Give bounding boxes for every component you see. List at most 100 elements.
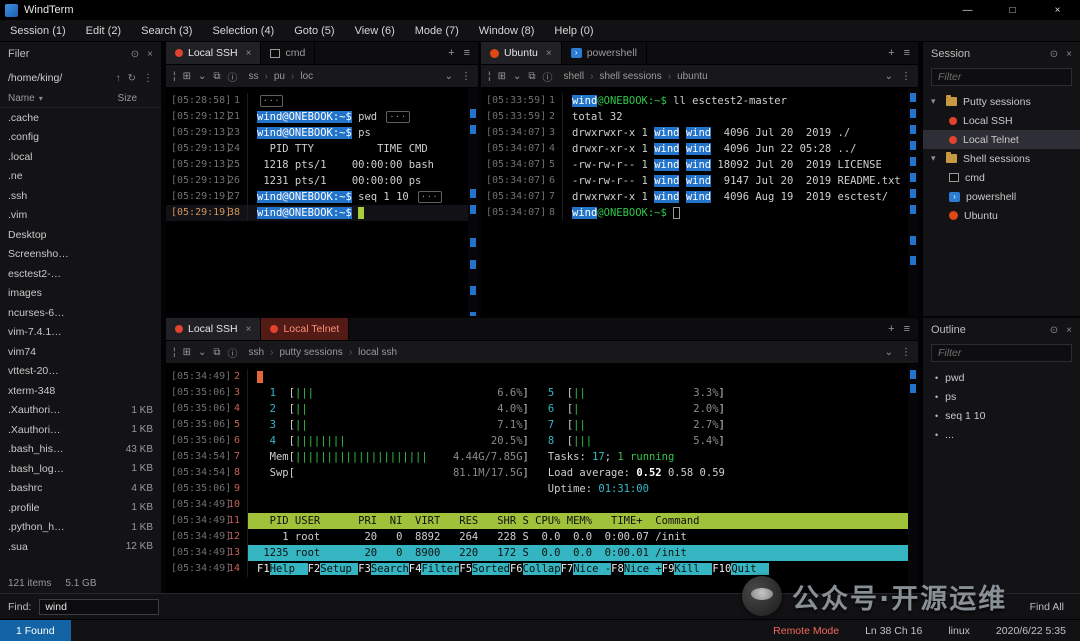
scrollbar[interactable] bbox=[908, 88, 918, 316]
tab-ubuntu[interactable]: Ubuntu × bbox=[481, 42, 562, 64]
menu-item[interactable]: Session (1) bbox=[0, 20, 76, 42]
breadcrumb-item[interactable]: ssh bbox=[249, 347, 265, 358]
minimize-button[interactable]: — bbox=[945, 0, 990, 20]
info-icon[interactable]: ⓘ bbox=[543, 69, 553, 84]
file-row[interactable]: vttest-20… bbox=[0, 362, 161, 382]
outline-item[interactable]: • ps bbox=[923, 387, 1080, 406]
file-row[interactable]: images bbox=[0, 284, 161, 304]
new-tab-icon[interactable]: ⊞ bbox=[183, 71, 191, 82]
file-row[interactable]: .cache bbox=[0, 108, 161, 128]
breadcrumb-item[interactable]: shell bbox=[564, 71, 585, 82]
terminal-local-ssh[interactable]: [05:28:58] 1 ··· [05:29:12] 21 wind@ONEB… bbox=[166, 88, 478, 316]
tab-menu-icon[interactable]: ≡ bbox=[904, 323, 910, 335]
terminal-ubuntu[interactable]: [05:33:59] 1 wind@ONEBOOK:~$ ll esctest2… bbox=[481, 88, 918, 316]
info-icon[interactable]: ⓘ bbox=[228, 69, 238, 84]
close-icon[interactable]: × bbox=[1066, 49, 1072, 60]
session-item[interactable]: Ubuntu bbox=[923, 206, 1080, 225]
breadcrumb-item[interactable]: pu bbox=[259, 71, 285, 82]
scrollbar[interactable] bbox=[468, 88, 478, 316]
cursor-position[interactable]: Ln 38 Ch 16 bbox=[865, 625, 922, 637]
file-row[interactable]: .ssh bbox=[0, 186, 161, 206]
file-row[interactable]: .profile 1 KB bbox=[0, 498, 161, 518]
kebab-menu-icon[interactable]: ⋮ bbox=[901, 347, 911, 358]
menu-item[interactable]: Search (3) bbox=[131, 20, 202, 42]
breadcrumb-item[interactable]: loc bbox=[285, 71, 313, 82]
outline-item[interactable]: • pwd bbox=[923, 368, 1080, 387]
chevron-down-icon[interactable]: ⌄ bbox=[885, 71, 893, 82]
new-tab-icon[interactable]: ⊞ bbox=[498, 71, 506, 82]
tab-cmd[interactable]: cmd bbox=[261, 42, 316, 64]
breadcrumb-item[interactable]: shell sessions bbox=[584, 71, 661, 82]
duplicate-icon[interactable]: ⧉ bbox=[213, 347, 220, 358]
file-row[interactable]: .Xauthori… 1 KB bbox=[0, 420, 161, 440]
menu-item[interactable]: Selection (4) bbox=[202, 20, 284, 42]
menu-item[interactable]: Edit (2) bbox=[76, 20, 131, 42]
file-row[interactable]: vim-7.4.1… bbox=[0, 323, 161, 343]
info-icon[interactable]: ⓘ bbox=[228, 345, 238, 360]
file-row[interactable]: Screensho… bbox=[0, 245, 161, 265]
session-item[interactable]: Local Telnet bbox=[923, 130, 1080, 149]
file-row[interactable]: .ne bbox=[0, 167, 161, 187]
add-tab-icon[interactable]: + bbox=[888, 323, 894, 335]
more-icon[interactable]: ⋮ bbox=[143, 73, 153, 84]
column-size[interactable]: Size bbox=[118, 93, 153, 104]
file-row[interactable]: .Xauthori… 1 KB bbox=[0, 401, 161, 421]
dropdown-icon[interactable]: ⌄ bbox=[198, 347, 206, 358]
chevron-down-icon[interactable]: ⌄ bbox=[885, 347, 893, 358]
menu-item[interactable]: Help (0) bbox=[544, 20, 603, 42]
file-row[interactable]: .bashrc 4 KB bbox=[0, 479, 161, 499]
find-input[interactable] bbox=[39, 598, 160, 615]
chevron-down-icon[interactable]: ⌄ bbox=[445, 71, 453, 82]
file-row[interactable]: .bash_log… 1 KB bbox=[0, 459, 161, 479]
menu-item[interactable]: Goto (5) bbox=[284, 20, 344, 42]
session-group-row[interactable]: ▾ Putty sessions bbox=[923, 92, 1080, 111]
maximize-button[interactable]: □ bbox=[990, 0, 1035, 20]
pin-icon[interactable]: ⊙ bbox=[1050, 325, 1058, 336]
outline-filter-input[interactable] bbox=[931, 344, 1072, 362]
dropdown-icon[interactable]: ⌄ bbox=[198, 71, 206, 82]
add-tab-icon[interactable]: + bbox=[888, 47, 894, 59]
session-filter-input[interactable] bbox=[931, 68, 1072, 86]
session-item[interactable]: cmd bbox=[923, 168, 1080, 187]
close-icon[interactable]: × bbox=[147, 49, 153, 60]
mode-indicator[interactable]: Remote Mode bbox=[773, 625, 839, 637]
dropdown-icon[interactable]: ⌄ bbox=[513, 71, 521, 82]
file-row[interactable]: ncurses-6… bbox=[0, 303, 161, 323]
menu-item[interactable]: Window (8) bbox=[469, 20, 545, 42]
file-row[interactable]: .local bbox=[0, 147, 161, 167]
menu-item[interactable]: Mode (7) bbox=[405, 20, 469, 42]
file-row[interactable]: .python_h… 1 KB bbox=[0, 518, 161, 538]
file-row[interactable]: .sua 12 KB bbox=[0, 537, 161, 557]
chevron-down-icon[interactable]: ▾ bbox=[931, 153, 940, 164]
duplicate-icon[interactable]: ⧉ bbox=[213, 71, 220, 82]
pin-icon[interactable]: ⊙ bbox=[1050, 49, 1058, 60]
file-row[interactable]: .config bbox=[0, 128, 161, 148]
tab-local-ssh[interactable]: Local SSH × bbox=[166, 42, 262, 64]
tab-local-ssh[interactable]: Local SSH × bbox=[166, 318, 262, 340]
outline-item[interactable]: • ... bbox=[923, 425, 1080, 444]
session-group-row[interactable]: ▾ Shell sessions bbox=[923, 149, 1080, 168]
outline-item[interactable]: • seq 1 10 bbox=[923, 406, 1080, 425]
menu-item[interactable]: View (6) bbox=[345, 20, 405, 42]
column-name[interactable]: Name bbox=[8, 93, 35, 104]
kebab-menu-icon[interactable]: ⋮ bbox=[461, 71, 471, 82]
close-icon[interactable]: × bbox=[546, 48, 552, 59]
chevron-down-icon[interactable]: ▾ bbox=[931, 96, 940, 107]
tab-local-telnet[interactable]: Local Telnet bbox=[261, 318, 350, 340]
file-row[interactable]: .bash_his… 43 KB bbox=[0, 440, 161, 460]
close-icon[interactable]: × bbox=[246, 48, 252, 59]
tab-menu-icon[interactable]: ≡ bbox=[904, 47, 910, 59]
session-item[interactable]: powershell bbox=[923, 187, 1080, 206]
kebab-menu-icon[interactable]: ⋮ bbox=[901, 71, 911, 82]
tab-menu-icon[interactable]: ≡ bbox=[464, 47, 470, 59]
breadcrumb-item[interactable]: local ssh bbox=[343, 347, 397, 358]
file-row[interactable]: vim74 bbox=[0, 342, 161, 362]
close-button[interactable]: × bbox=[1035, 0, 1080, 20]
breadcrumb-item[interactable]: putty sessions bbox=[264, 347, 342, 358]
up-directory-icon[interactable]: ↑ bbox=[116, 73, 121, 84]
add-tab-icon[interactable]: + bbox=[448, 47, 454, 59]
close-icon[interactable]: × bbox=[1066, 325, 1072, 336]
duplicate-icon[interactable]: ⧉ bbox=[528, 71, 535, 82]
session-item[interactable]: Local SSH bbox=[923, 111, 1080, 130]
file-row[interactable]: esctest2-… bbox=[0, 264, 161, 284]
